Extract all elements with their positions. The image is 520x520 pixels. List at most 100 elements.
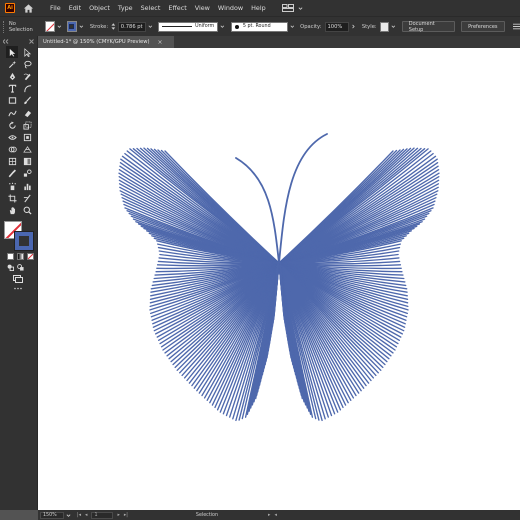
type-tool-icon[interactable] [6, 83, 18, 95]
tools-panel-header [0, 36, 37, 46]
shape-builder-tool-icon[interactable] [6, 144, 18, 156]
opacity-field[interactable]: 100% [324, 21, 350, 32]
eyedropper-tool-icon[interactable] [6, 168, 18, 180]
document-tab[interactable]: Untitled-1* @ 150% (CMYK/GPU Preview) × [38, 36, 174, 48]
graphic-style-swatch[interactable] [379, 21, 390, 32]
draw-normal-icon[interactable] [7, 264, 14, 271]
pen-tool-icon[interactable] [6, 70, 18, 82]
opacity-label[interactable]: Opacity: [300, 24, 321, 30]
menu-view[interactable]: View [195, 4, 210, 12]
menu-effect[interactable]: Effect [168, 4, 186, 12]
stroke-label[interactable]: Stroke: [90, 24, 108, 30]
rectangle-tool-icon[interactable] [6, 95, 18, 107]
arc-tool-icon[interactable] [21, 83, 33, 95]
more-tools-icon[interactable] [14, 287, 22, 290]
width-tool-icon[interactable] [6, 131, 18, 143]
menu-select[interactable]: Select [141, 4, 161, 12]
none-button[interactable] [27, 252, 34, 260]
style-label: Style: [361, 23, 377, 30]
chevron-down-icon[interactable] [290, 24, 295, 29]
preferences-button[interactable]: Preferences [461, 21, 505, 32]
control-bar: No Selection Stroke: 0.786 pt Uniform 5 … [0, 16, 520, 36]
main-menu: File Edit Object Type Select Effect View… [50, 4, 274, 12]
perspective-grid-tool-icon[interactable] [21, 144, 33, 156]
free-transform-tool-icon[interactable] [21, 131, 33, 143]
shaper-tool-icon[interactable] [6, 107, 18, 119]
first-artboard-icon[interactable]: |◂ [77, 513, 81, 518]
fill-stroke-widget [4, 220, 36, 251]
chevron-down-icon[interactable] [57, 24, 62, 29]
status-menu-left-icon[interactable]: ◂ [274, 513, 276, 518]
fill-swatch[interactable] [44, 21, 56, 32]
color-mode-buttons [7, 252, 37, 260]
more-tools-row [14, 287, 37, 290]
menu-bar: Ai File Edit Object Type Select Effect V… [0, 0, 520, 16]
current-tool-label: Selection [195, 512, 219, 518]
document-tab-bar: Untitled-1* @ 150% (CMYK/GPU Preview) × [38, 36, 520, 48]
chevron-down-icon[interactable] [66, 513, 71, 518]
magic-wand-tool-icon[interactable] [6, 58, 18, 70]
mesh-tool-icon[interactable] [6, 156, 18, 168]
column-graph-tool-icon[interactable] [21, 180, 33, 192]
gradient-tool-icon[interactable] [21, 156, 33, 168]
rotate-tool-icon[interactable] [6, 119, 18, 131]
artboard-number-field[interactable]: 1 [91, 511, 114, 519]
menu-object[interactable]: Object [89, 4, 110, 12]
chevron-down-icon[interactable] [391, 24, 396, 29]
brush-definition[interactable]: 5 pt. Round [230, 21, 288, 32]
artboard-canvas[interactable] [38, 48, 520, 510]
stroke-swatch[interactable] [66, 21, 78, 32]
menu-edit[interactable]: Edit [69, 4, 81, 12]
symbol-sprayer-tool-icon[interactable] [6, 180, 18, 192]
artboard-tool-icon[interactable] [6, 192, 18, 204]
curvature-tool-icon[interactable] [21, 70, 33, 82]
app-logo: Ai [5, 3, 15, 13]
panel-menu-icon[interactable] [512, 23, 520, 30]
chevron-down-icon[interactable] [79, 24, 84, 29]
selection-status: No Selection [8, 20, 33, 33]
menu-window[interactable]: Window [218, 4, 243, 12]
screen-mode-row [13, 274, 37, 283]
eraser-tool-icon[interactable] [21, 107, 33, 119]
scale-tool-icon[interactable] [21, 119, 33, 131]
stroke-color-swatch[interactable] [14, 230, 34, 251]
slice-tool-icon[interactable] [21, 192, 33, 204]
status-menu-arrow-icon[interactable]: ▸ [268, 513, 270, 518]
gradient-button[interactable] [17, 252, 24, 260]
workspace-switcher-icon[interactable] [281, 4, 294, 12]
butterfly-artwork[interactable] [38, 48, 520, 510]
chevron-down-icon[interactable] [298, 6, 303, 11]
panel-grip[interactable] [3, 20, 6, 33]
selection-tool-icon[interactable] [6, 46, 18, 59]
menu-type[interactable]: Type [118, 4, 133, 12]
close-tab-icon[interactable]: × [158, 39, 163, 46]
stepper-icon[interactable] [111, 22, 116, 31]
paintbrush-tool-icon[interactable] [21, 95, 33, 107]
next-artboard-icon[interactable]: ▸ [117, 513, 119, 518]
chevron-right-icon[interactable] [351, 24, 356, 29]
home-icon[interactable] [23, 3, 34, 14]
direct-selection-tool-icon[interactable] [21, 46, 33, 58]
previous-artboard-icon[interactable]: ◂ [85, 513, 87, 518]
draw-behind-icon[interactable] [17, 263, 24, 271]
menu-help[interactable]: Help [251, 4, 266, 12]
artboard-navigation: |◂ ◂ 1 ▸ ▸| [77, 511, 128, 519]
color-button[interactable] [7, 252, 14, 260]
hand-tool-icon[interactable] [6, 204, 18, 216]
chevron-down-icon[interactable] [220, 24, 225, 29]
last-artboard-icon[interactable]: ▸| [124, 513, 128, 518]
draw-mode-buttons [7, 263, 37, 271]
zoom-tool-icon[interactable] [21, 204, 33, 216]
collapse-icon[interactable] [3, 38, 9, 44]
close-panel-icon[interactable] [29, 38, 34, 44]
stroke-weight-field[interactable]: 0.786 pt [117, 21, 147, 32]
lasso-tool-icon[interactable] [21, 58, 33, 70]
screen-mode-icon[interactable] [13, 274, 23, 283]
blend-tool-icon[interactable] [21, 168, 33, 180]
butterfly-wing-strokes [118, 147, 440, 422]
variable-width-profile[interactable]: Uniform [157, 21, 219, 32]
zoom-field[interactable]: 150% [40, 511, 64, 519]
menu-file[interactable]: File [50, 4, 61, 12]
document-setup-button[interactable]: Document Setup [401, 21, 456, 33]
chevron-down-icon[interactable] [148, 24, 153, 29]
